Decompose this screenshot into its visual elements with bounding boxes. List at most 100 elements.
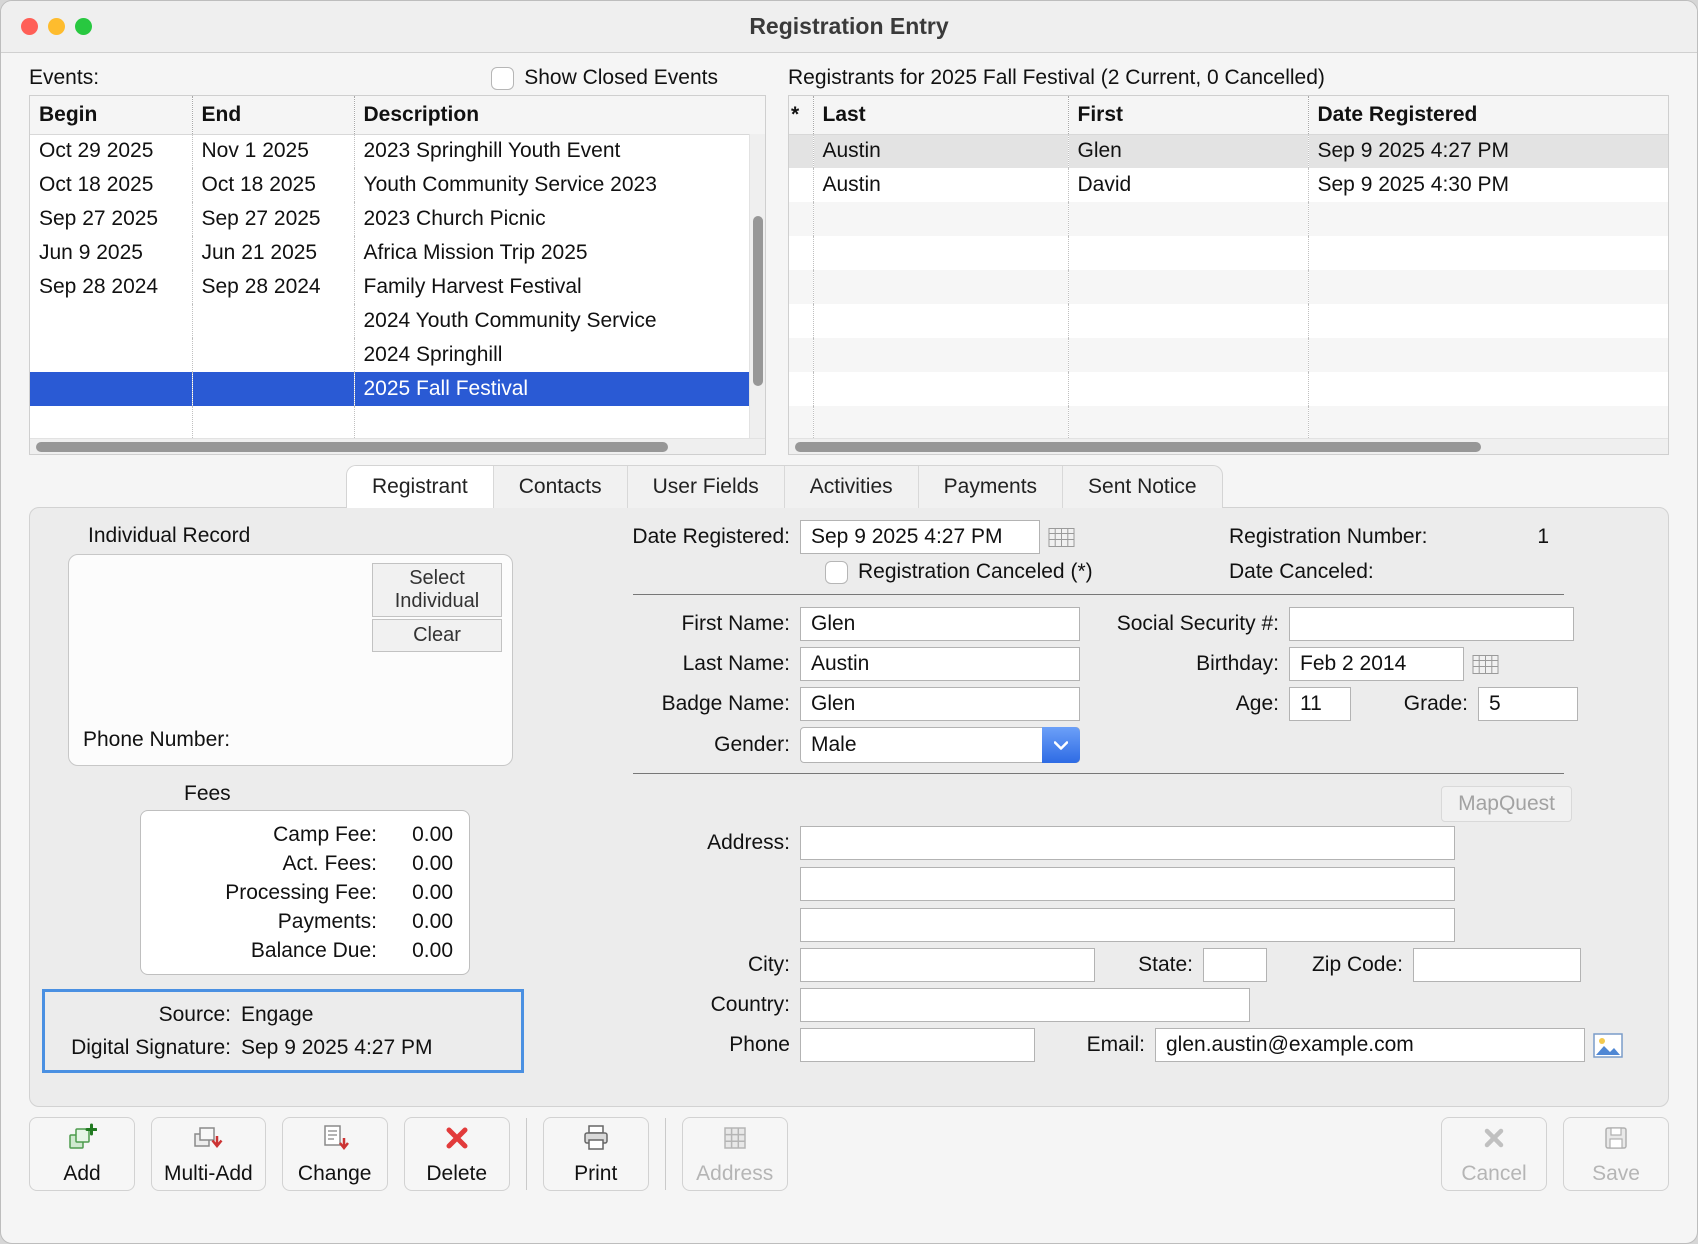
multi-add-button[interactable]: Multi-Add (151, 1117, 266, 1191)
event-end (192, 406, 354, 440)
cancel-button[interactable]: Cancel (1441, 1117, 1547, 1191)
city-label: City: (575, 953, 790, 977)
event-end (192, 372, 354, 406)
city-input[interactable] (800, 948, 1095, 982)
registrants-col-date[interactable]: Date Registered (1308, 96, 1668, 134)
grade-input[interactable]: 5 (1478, 687, 1578, 721)
address-line-1-input[interactable] (800, 826, 1455, 860)
first-name-input[interactable]: Glen (800, 607, 1080, 641)
registrant-first: David (1068, 168, 1308, 202)
scrollbar-thumb[interactable] (36, 442, 668, 452)
zip-code-input[interactable] (1413, 948, 1581, 982)
events-vertical-scrollbar[interactable] (749, 134, 765, 438)
age-label: Age: (1084, 692, 1279, 716)
registrant-form: Date Registered: Sep 9 2025 4:27 PM Regi… (549, 520, 1644, 1106)
event-begin: Sep 28 2024 (30, 270, 192, 304)
event-row[interactable] (30, 406, 765, 440)
clear-individual-button[interactable]: Clear (372, 619, 502, 652)
registrant-empty-row[interactable] (789, 338, 1668, 372)
delete-button[interactable]: Delete (404, 1117, 510, 1191)
minimize-window-button[interactable] (48, 18, 65, 35)
registrant-row[interactable]: AustinDavidSep 9 2025 4:30 PM (789, 168, 1668, 202)
registrants-horizontal-scrollbar[interactable] (789, 438, 1668, 454)
event-row[interactable]: Sep 27 2025Sep 27 20252023 Church Picnic (30, 202, 765, 236)
registrant-empty-row[interactable] (789, 202, 1668, 236)
scrollbar-thumb[interactable] (753, 216, 763, 386)
mapquest-button[interactable]: MapQuest (1441, 786, 1572, 822)
add-button[interactable]: Add (29, 1117, 135, 1191)
source-label: Source: (53, 1003, 241, 1027)
birthday-input[interactable]: Feb 2 2014 (1289, 647, 1464, 681)
registrant-empty-row[interactable] (789, 406, 1668, 440)
phone-label: Phone (575, 1033, 790, 1057)
calendar-icon[interactable] (1048, 527, 1075, 548)
events-col-description[interactable]: Description (354, 96, 765, 134)
event-row[interactable]: 2025 Fall Festival (30, 372, 765, 406)
registrants-header-row: * Last First Date Registered (789, 96, 1668, 134)
country-input[interactable] (800, 988, 1250, 1022)
registration-canceled-checkbox[interactable] (825, 561, 848, 584)
tab-registrant[interactable]: Registrant (347, 466, 494, 508)
email-image-icon[interactable] (1593, 1033, 1623, 1058)
tab-sent-notice[interactable]: Sent Notice (1063, 466, 1222, 508)
chevron-down-icon[interactable] (1042, 727, 1080, 763)
registrants-col-last[interactable]: Last (813, 96, 1068, 134)
email-input[interactable]: glen.austin@example.com (1155, 1028, 1585, 1062)
zip-code-label: Zip Code: (1291, 953, 1403, 977)
registrant-first (1068, 372, 1308, 406)
event-row[interactable]: Jun 9 2025Jun 21 2025Africa Mission Trip… (30, 236, 765, 270)
registrant-row[interactable]: AustinGlenSep 9 2025 4:27 PM (789, 134, 1668, 168)
registrant-first (1068, 270, 1308, 304)
tab-payments[interactable]: Payments (919, 466, 1063, 508)
tab-user-fields[interactable]: User Fields (628, 466, 785, 508)
age-input[interactable]: 11 (1289, 687, 1351, 721)
event-row[interactable]: Sep 28 2024Sep 28 2024Family Harvest Fes… (30, 270, 765, 304)
event-row[interactable]: 2024 Springhill (30, 338, 765, 372)
grade-label: Grade: (1373, 692, 1468, 716)
event-row[interactable]: 2024 Youth Community Service (30, 304, 765, 338)
registrant-empty-row[interactable] (789, 304, 1668, 338)
event-row[interactable]: Oct 18 2025Oct 18 2025Youth Community Se… (30, 168, 765, 202)
phone-input[interactable] (800, 1028, 1035, 1062)
registrants-col-flag[interactable]: * (789, 96, 813, 134)
event-row[interactable]: Oct 29 2025Nov 1 20252023 Springhill You… (30, 134, 765, 168)
address-line-2-input[interactable] (800, 867, 1455, 901)
ssn-input[interactable] (1289, 607, 1574, 641)
event-description (354, 406, 765, 440)
close-window-button[interactable] (21, 18, 38, 35)
calendar-icon[interactable] (1472, 654, 1499, 675)
zoom-window-button[interactable] (75, 18, 92, 35)
fee-value: 0.00 (391, 910, 453, 934)
event-begin: Oct 18 2025 (30, 168, 192, 202)
registrant-empty-row[interactable] (789, 236, 1668, 270)
print-button[interactable]: Print (543, 1117, 649, 1191)
events-col-begin[interactable]: Begin (30, 96, 192, 134)
date-registered-input[interactable]: Sep 9 2025 4:27 PM (800, 520, 1040, 554)
registrant-empty-row[interactable] (789, 270, 1668, 304)
event-end: Nov 1 2025 (192, 134, 354, 168)
events-col-end[interactable]: End (192, 96, 354, 134)
fee-label: Camp Fee: (157, 823, 391, 847)
registrant-last (813, 202, 1068, 236)
save-button[interactable]: Save (1563, 1117, 1669, 1191)
scrollbar-thumb[interactable] (795, 442, 1481, 452)
event-end: Jun 21 2025 (192, 236, 354, 270)
registrant-date: Sep 9 2025 4:27 PM (1308, 134, 1668, 168)
registrant-empty-row[interactable] (789, 372, 1668, 406)
gender-dropdown[interactable]: Male (800, 727, 1080, 763)
badge-name-input[interactable]: Glen (800, 687, 1080, 721)
tab-contacts[interactable]: Contacts (494, 466, 628, 508)
registrant-last (813, 372, 1068, 406)
last-name-input[interactable]: Austin (800, 647, 1080, 681)
select-individual-button[interactable]: Select Individual (372, 563, 502, 617)
address-line-3-input[interactable] (800, 908, 1455, 942)
change-button[interactable]: Change (282, 1117, 388, 1191)
registrants-col-first[interactable]: First (1068, 96, 1308, 134)
show-closed-events-checkbox[interactable] (491, 67, 514, 90)
show-closed-events[interactable]: Show Closed Events (491, 66, 718, 90)
state-input[interactable] (1203, 948, 1267, 982)
address-button[interactable]: Address (682, 1117, 788, 1191)
registrant-first (1068, 304, 1308, 338)
events-horizontal-scrollbar[interactable] (30, 438, 765, 454)
tab-activities[interactable]: Activities (785, 466, 919, 508)
